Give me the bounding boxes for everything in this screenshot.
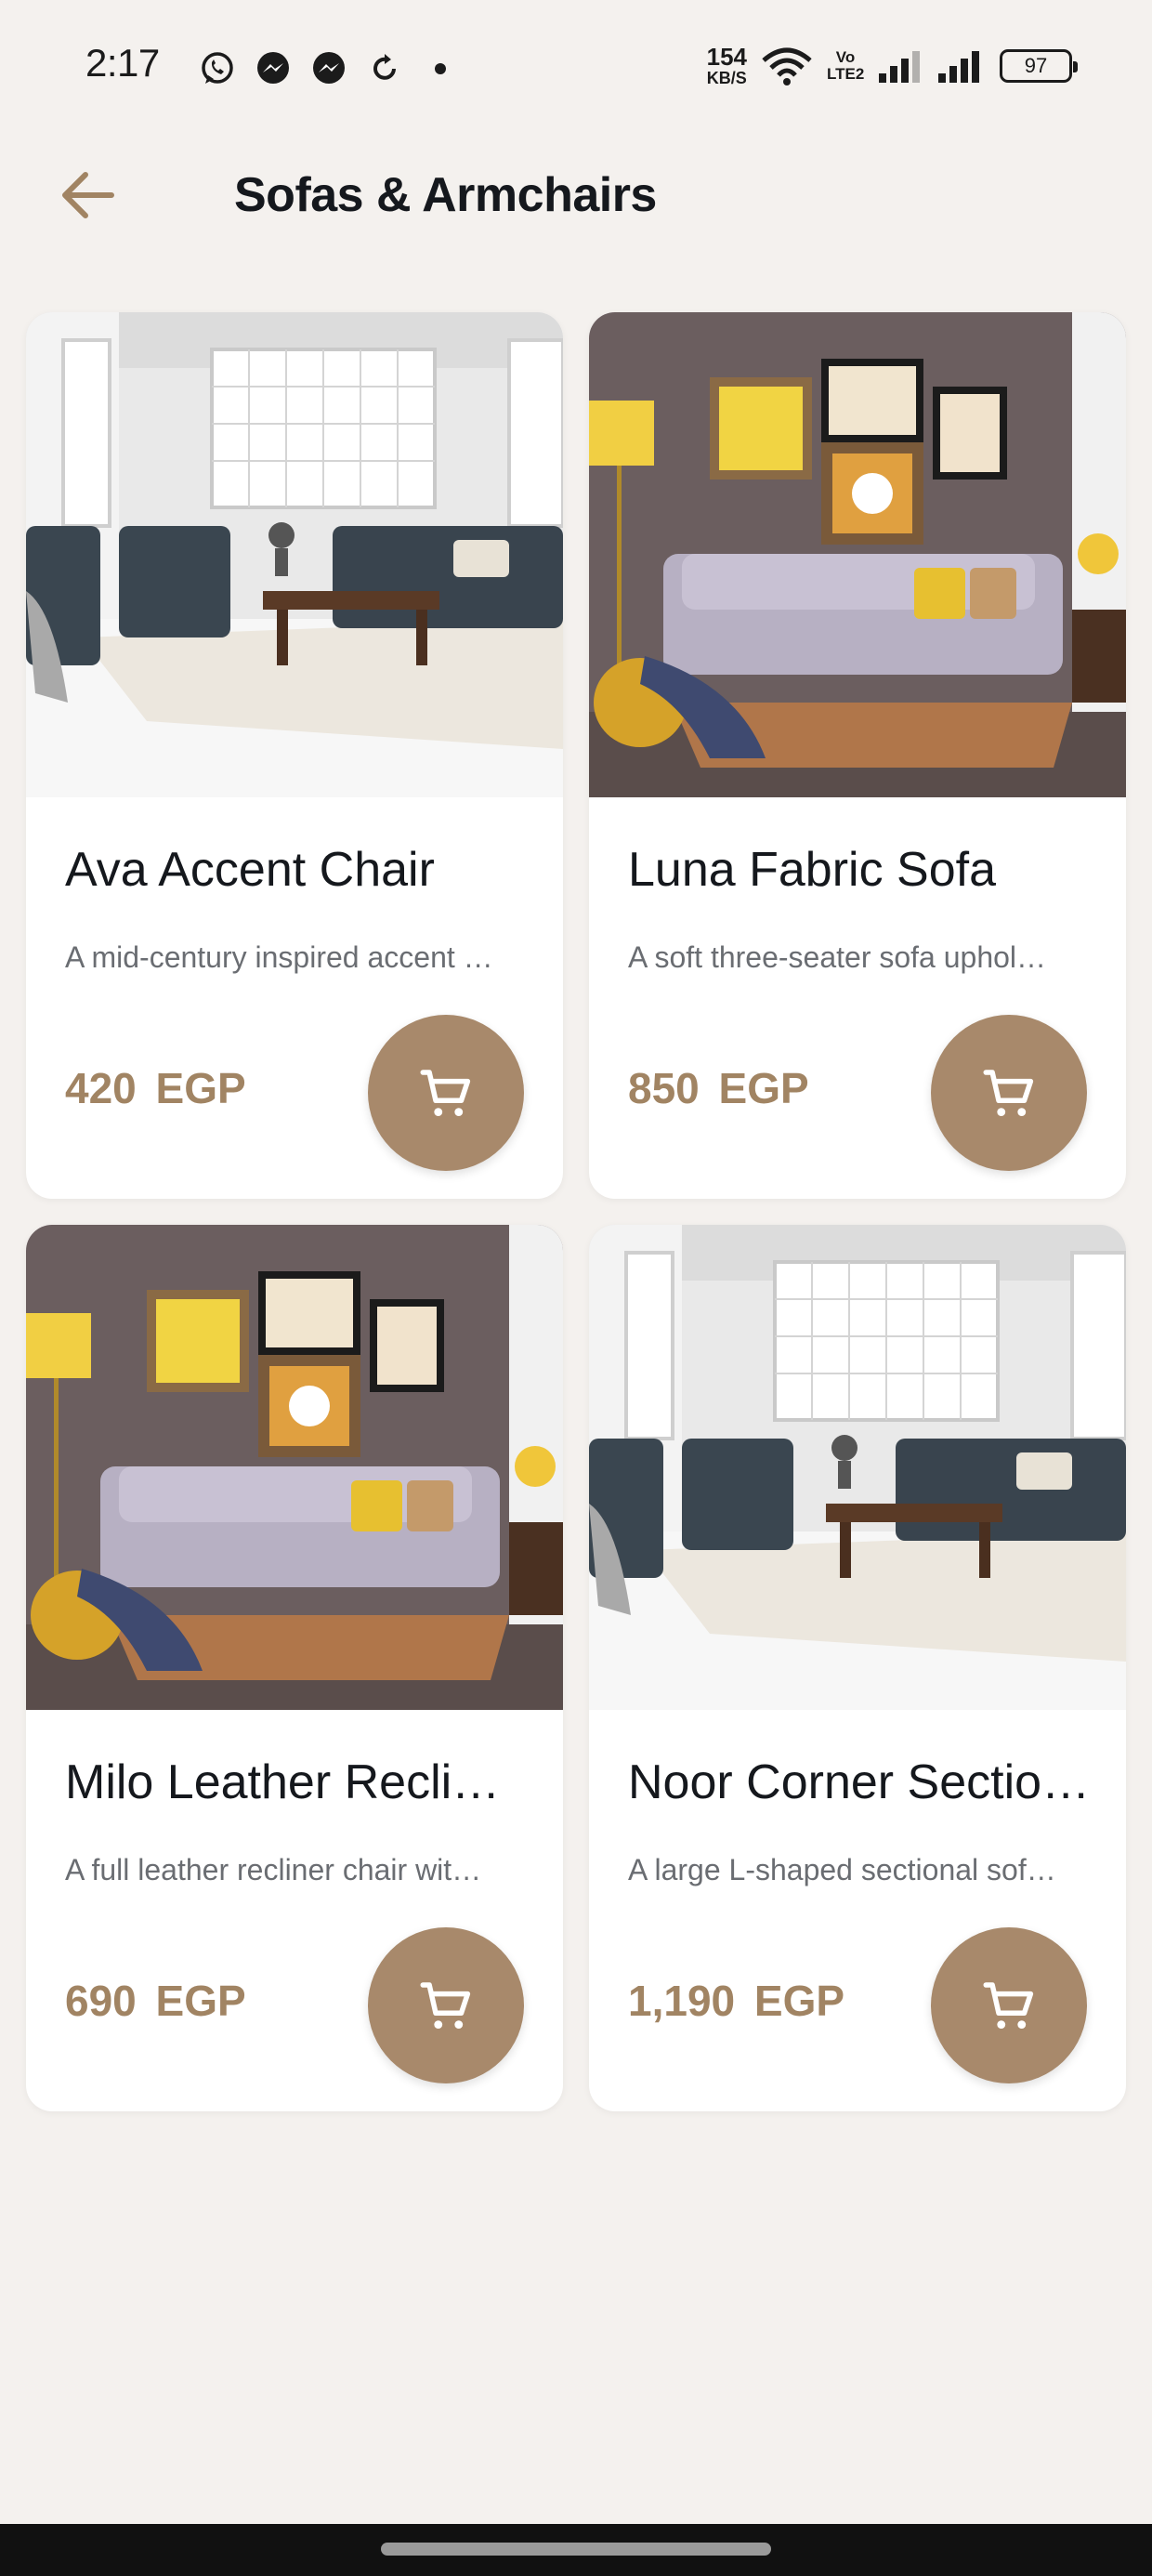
- cart-icon: [983, 1070, 1034, 1117]
- product-grid: Ava Accent Chair A mid-century inspired …: [26, 312, 1126, 2111]
- add-to-cart-button[interactable]: [931, 1927, 1087, 2083]
- system-navigation-bar: [0, 2524, 1152, 2576]
- status-system-icons: 154 KB/S Vo LTE2 97: [706, 43, 1078, 87]
- page-title: Sofas & Armchairs: [234, 168, 657, 222]
- messenger-icon: [313, 52, 345, 84]
- product-description: A soft three-seater sofa uphol…: [628, 940, 1047, 974]
- product-description: A full leather recliner chair wit…: [65, 1853, 482, 1886]
- wifi-icon: [762, 47, 812, 85]
- sync-icon: [373, 54, 396, 80]
- product-price: 850 EGP: [628, 1064, 809, 1112]
- home-gesture-handle[interactable]: [381, 2543, 771, 2556]
- dot-icon: [435, 63, 446, 74]
- app-header: Sofas & Armchairs: [0, 139, 1152, 251]
- product-card[interactable]: Luna Fabric Sofa A soft three-seater sof…: [589, 312, 1126, 1199]
- product-image: [589, 312, 1126, 797]
- product-image: [589, 1225, 1126, 1710]
- volte-indicator: Vo LTE2: [827, 48, 865, 83]
- product-price: 420 EGP: [65, 1064, 246, 1112]
- add-to-cart-button[interactable]: [368, 1927, 524, 2083]
- add-to-cart-button[interactable]: [368, 1015, 524, 1171]
- signal-icon: [938, 51, 979, 83]
- product-card[interactable]: Noor Corner Sectio… A large L-shaped sec…: [589, 1225, 1126, 2111]
- product-card[interactable]: Milo Leather Recli… A full leather recli…: [26, 1225, 563, 2111]
- whatsapp-icon: [202, 52, 233, 84]
- cart-icon: [983, 1982, 1034, 2030]
- product-name: Noor Corner Sectio…: [628, 1755, 1091, 1809]
- product-price: 690 EGP: [65, 1977, 246, 2025]
- product-card[interactable]: Ava Accent Chair A mid-century inspired …: [26, 312, 563, 1199]
- network-speed: 154 KB/S: [706, 43, 747, 87]
- status-bar: 2:17 154 KB/S Vo LTE2 97: [0, 0, 1152, 139]
- cart-icon: [420, 1070, 471, 1117]
- product-image: [26, 1225, 563, 1710]
- status-notification-icons: [199, 50, 459, 87]
- signal-icon: [879, 51, 920, 83]
- battery-indicator: 97: [1000, 49, 1078, 83]
- product-description: A large L-shaped sectional sof…: [628, 1853, 1056, 1886]
- add-to-cart-button[interactable]: [931, 1015, 1087, 1171]
- cart-icon: [420, 1982, 471, 2030]
- product-image: [26, 312, 563, 797]
- status-time: 2:17: [85, 41, 160, 85]
- product-name: Luna Fabric Sofa: [628, 843, 997, 897]
- product-name: Milo Leather Recli…: [65, 1755, 501, 1809]
- product-description: A mid-century inspired accent …: [65, 940, 493, 974]
- product-price: 1,190 EGP: [628, 1977, 845, 2025]
- back-button[interactable]: [56, 165, 124, 225]
- arrow-left-icon: [62, 172, 114, 218]
- product-name: Ava Accent Chair: [65, 843, 435, 897]
- messenger-icon: [257, 52, 289, 84]
